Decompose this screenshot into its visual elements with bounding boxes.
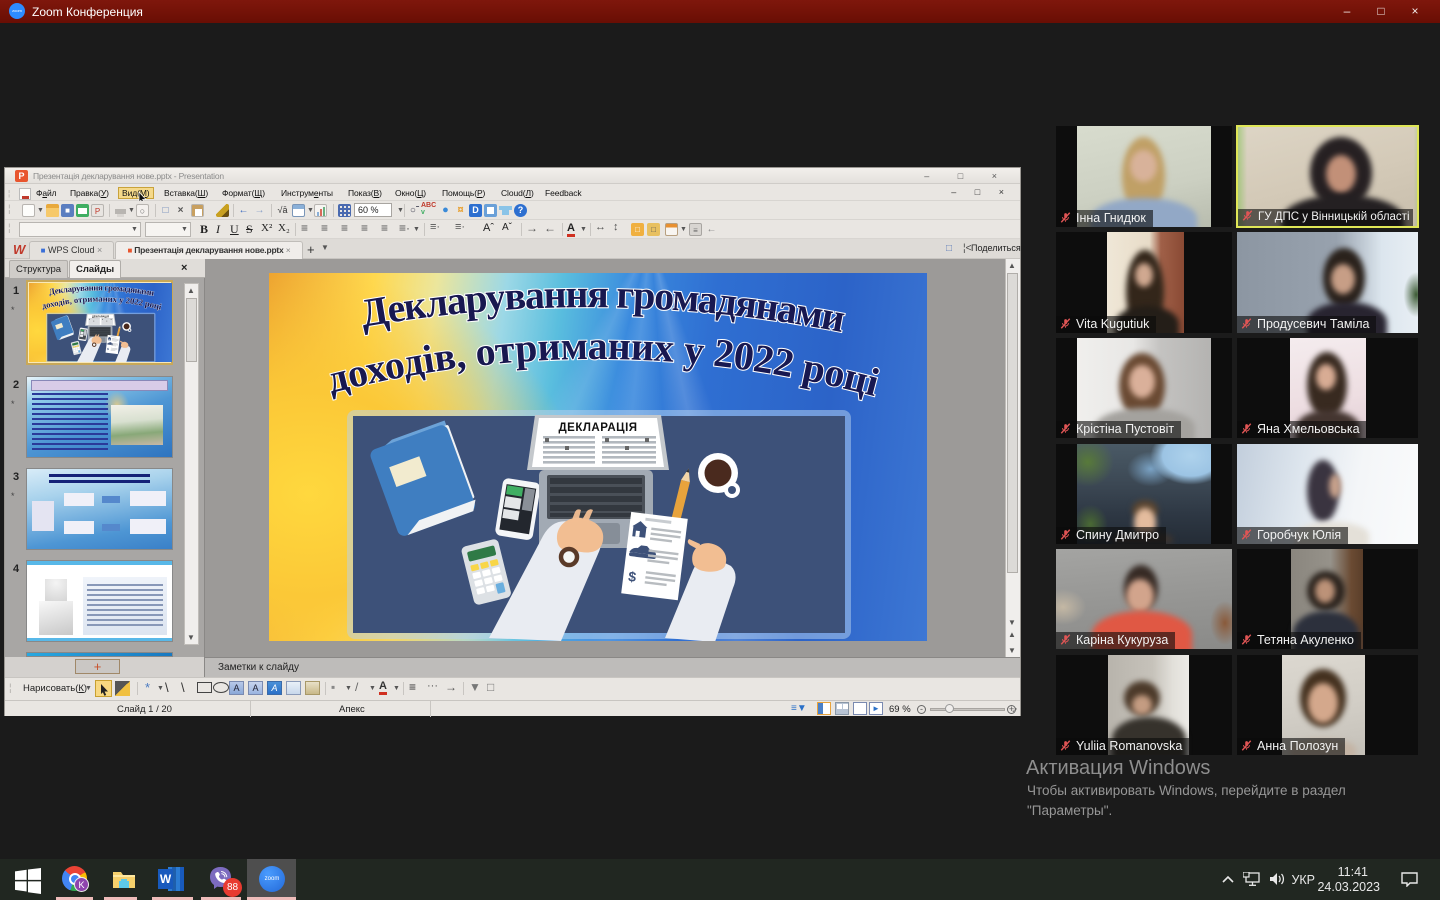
svg-text:доходів, отриманих у 2022 році: доходів, отриманих у 2022 році — [41, 294, 164, 312]
svg-text:доходів, отриманих у 2022 році: доходів, отриманих у 2022 році — [322, 323, 884, 405]
svg-text:ДЕКЛАРАЦІЯ: ДЕКЛАРАЦІЯ — [558, 422, 637, 434]
svg-text:ДЕКЛАРАЦІЯ: ДЕКЛАРАЦІЯ — [92, 315, 109, 318]
